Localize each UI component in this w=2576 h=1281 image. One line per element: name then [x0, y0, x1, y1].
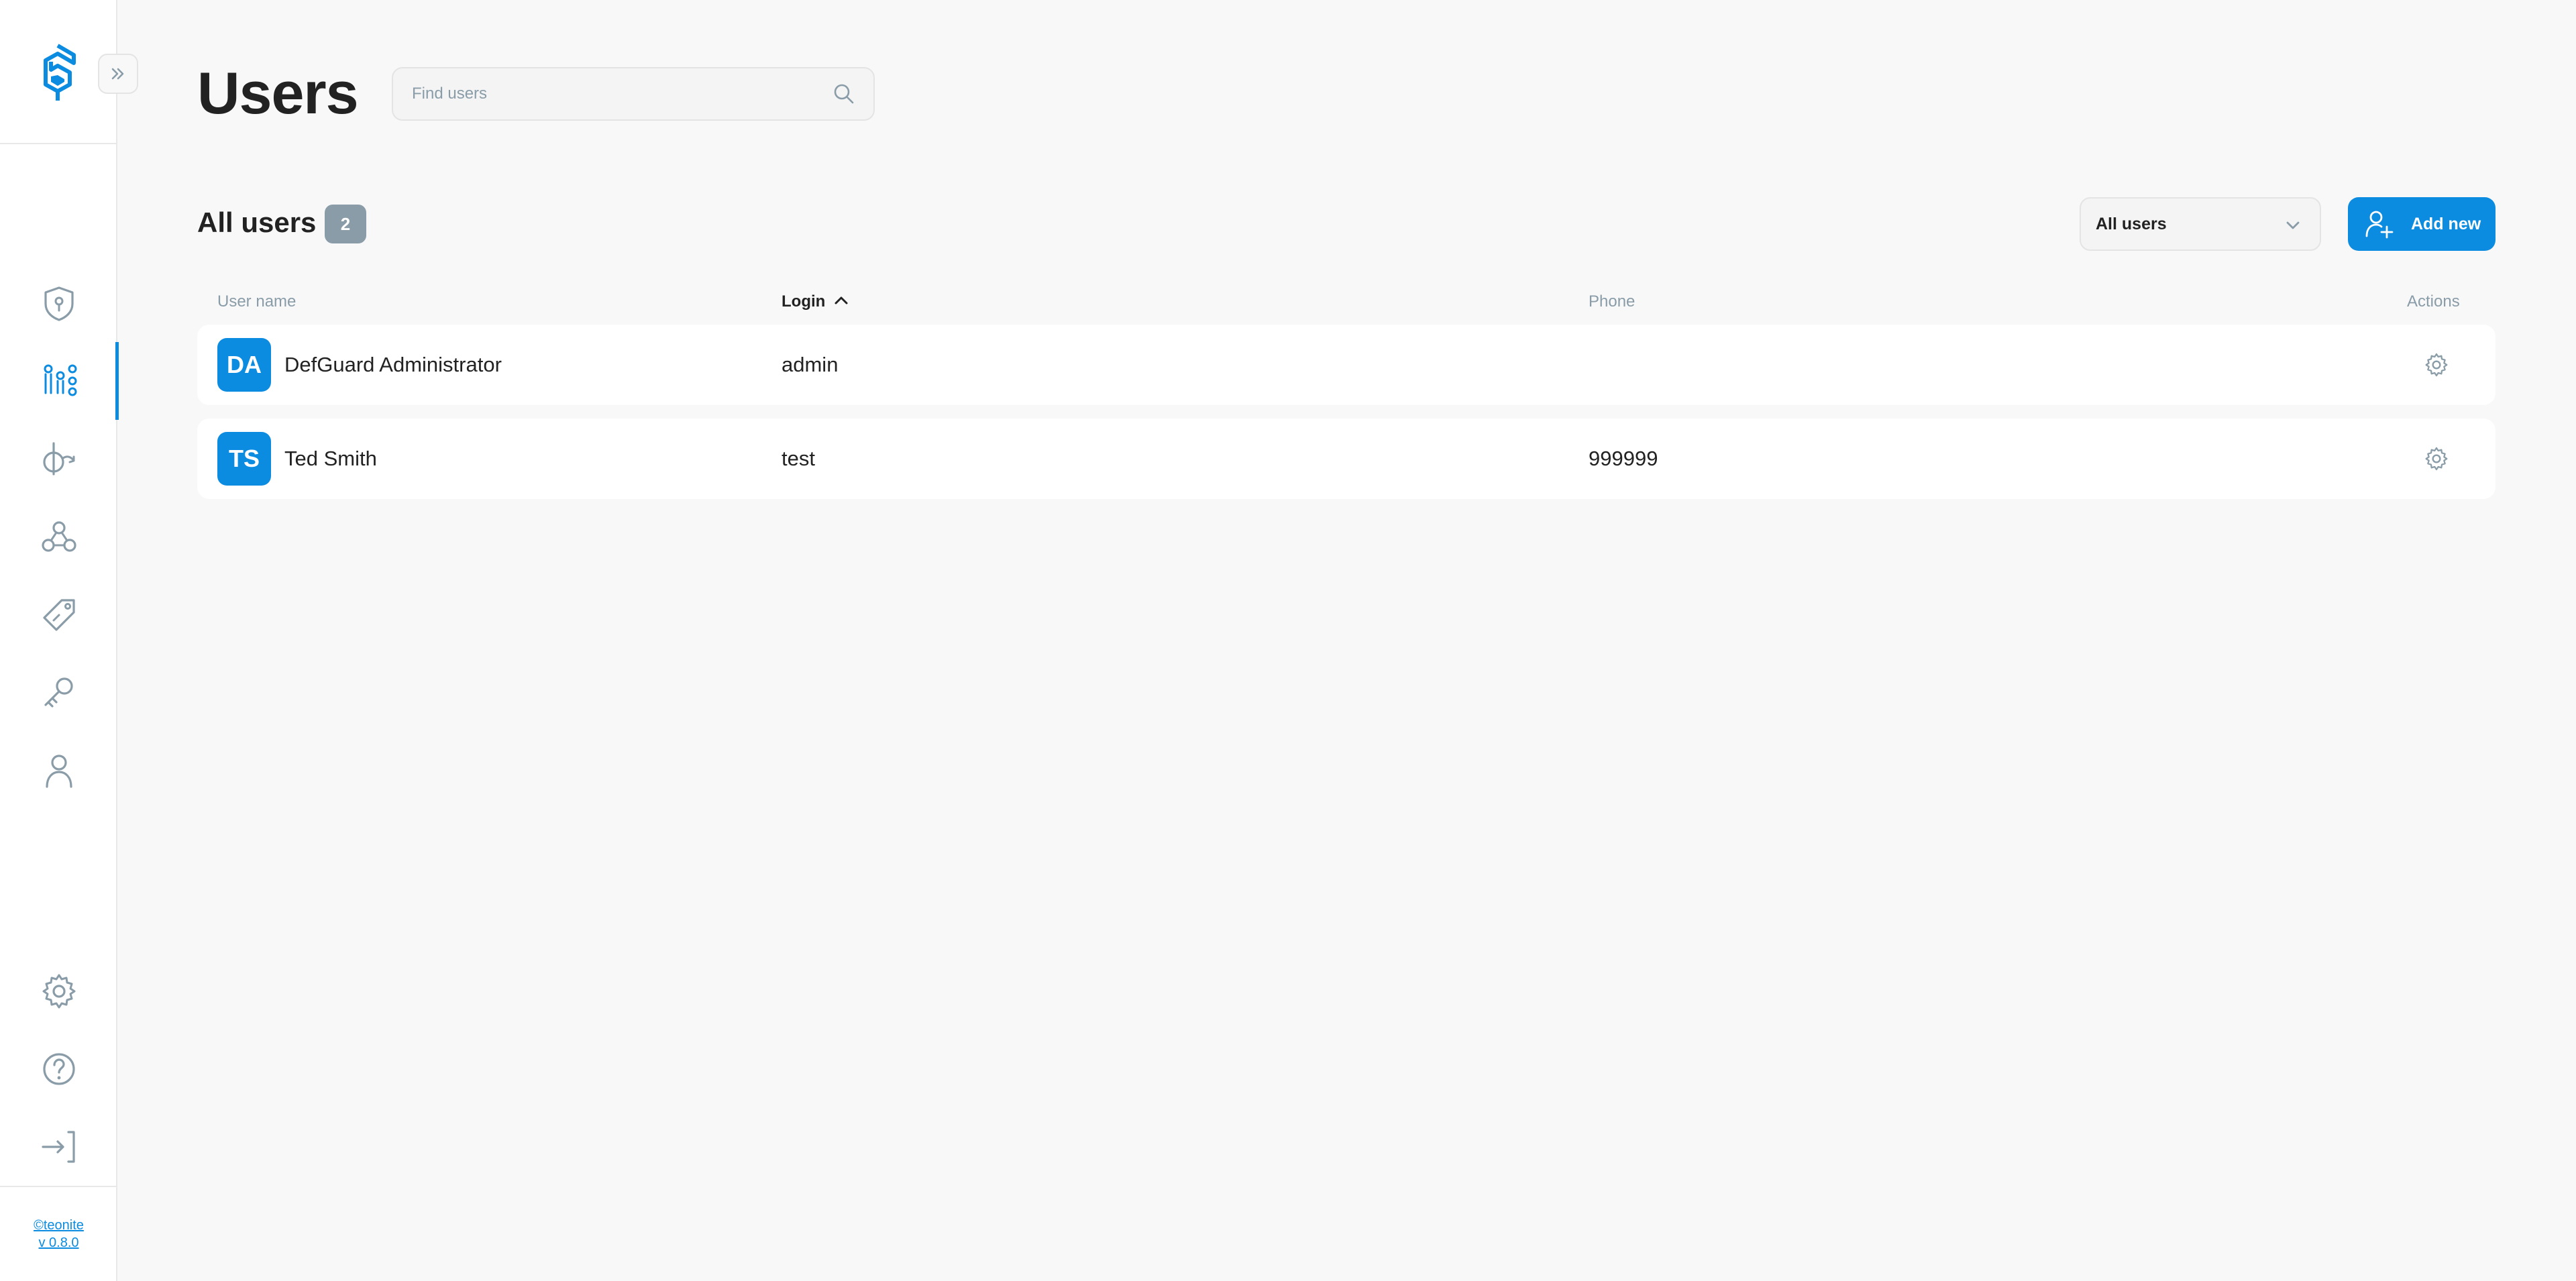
gear-icon[interactable]	[2423, 351, 2450, 378]
openid-icon	[42, 442, 74, 476]
table-row[interactable]: TS Ted Smith test 999999	[197, 419, 2496, 499]
user-login: test	[782, 447, 815, 470]
profile-icon	[45, 755, 72, 788]
gear-icon	[42, 974, 75, 1009]
user-login: admin	[782, 353, 839, 376]
nav-item-provisioners[interactable]	[0, 576, 117, 654]
nav-item-keys[interactable]	[0, 654, 117, 732]
chevron-down-icon	[2286, 221, 2300, 229]
tag-icon	[42, 599, 75, 631]
sidebar: ©teonite v 0.8.0	[0, 0, 138, 1281]
column-header-phone[interactable]: Phone	[1589, 292, 1635, 311]
section-title: All users	[197, 207, 317, 238]
sidebar-footer: ©teonite v 0.8.0	[0, 1186, 117, 1281]
add-user-label: Add new	[2411, 215, 2481, 233]
shield-icon	[44, 286, 74, 321]
expand-sidebar-button[interactable]	[98, 54, 138, 94]
nav-item-network[interactable]	[0, 265, 117, 343]
key-icon	[44, 677, 73, 708]
help-icon	[42, 1053, 75, 1085]
version-link[interactable]: v 0.8.0	[38, 1234, 78, 1251]
column-header-username[interactable]: User name	[217, 292, 296, 311]
user-filter-select[interactable]: All users	[2080, 197, 2321, 251]
filter-selected-value: All users	[2096, 214, 2167, 233]
page-title: Users	[197, 60, 359, 126]
nav-item-users[interactable]	[0, 342, 119, 420]
nav-item-settings[interactable]	[0, 952, 117, 1030]
sort-ascending-icon[interactable]	[830, 290, 852, 311]
nav-item-logout[interactable]	[0, 1108, 117, 1186]
search-box	[392, 67, 875, 121]
table-row[interactable]: DA DefGuard Administrator admin	[197, 325, 2496, 405]
nav-item-openid[interactable]	[0, 421, 117, 498]
user-name: DefGuard Administrator	[284, 353, 502, 376]
user-phone: 999999	[1589, 447, 1658, 470]
column-header-login[interactable]: Login	[782, 292, 825, 311]
column-header-actions: Actions	[2407, 292, 2460, 311]
user-name: Ted Smith	[284, 447, 377, 470]
nav-item-profile[interactable]	[0, 732, 117, 810]
nav-item-webhooks[interactable]	[0, 498, 117, 576]
avatar: DA	[217, 338, 271, 392]
add-user-icon	[2365, 211, 2394, 239]
add-user-button[interactable]: Add new	[2348, 197, 2496, 251]
double-chevron-right-icon	[111, 68, 124, 80]
search-icon[interactable]	[832, 82, 856, 106]
users-icon	[44, 364, 76, 396]
nav-item-help[interactable]	[0, 1030, 117, 1108]
avatar: TS	[217, 432, 271, 486]
defguard-logo	[44, 44, 76, 101]
gear-icon[interactable]	[2423, 445, 2450, 472]
logout-icon	[41, 1131, 75, 1163]
search-input[interactable]	[412, 68, 814, 119]
user-count-badge: 2	[325, 205, 366, 243]
copyright-link[interactable]: ©teonite	[34, 1217, 84, 1234]
webhooks-icon	[41, 521, 76, 552]
